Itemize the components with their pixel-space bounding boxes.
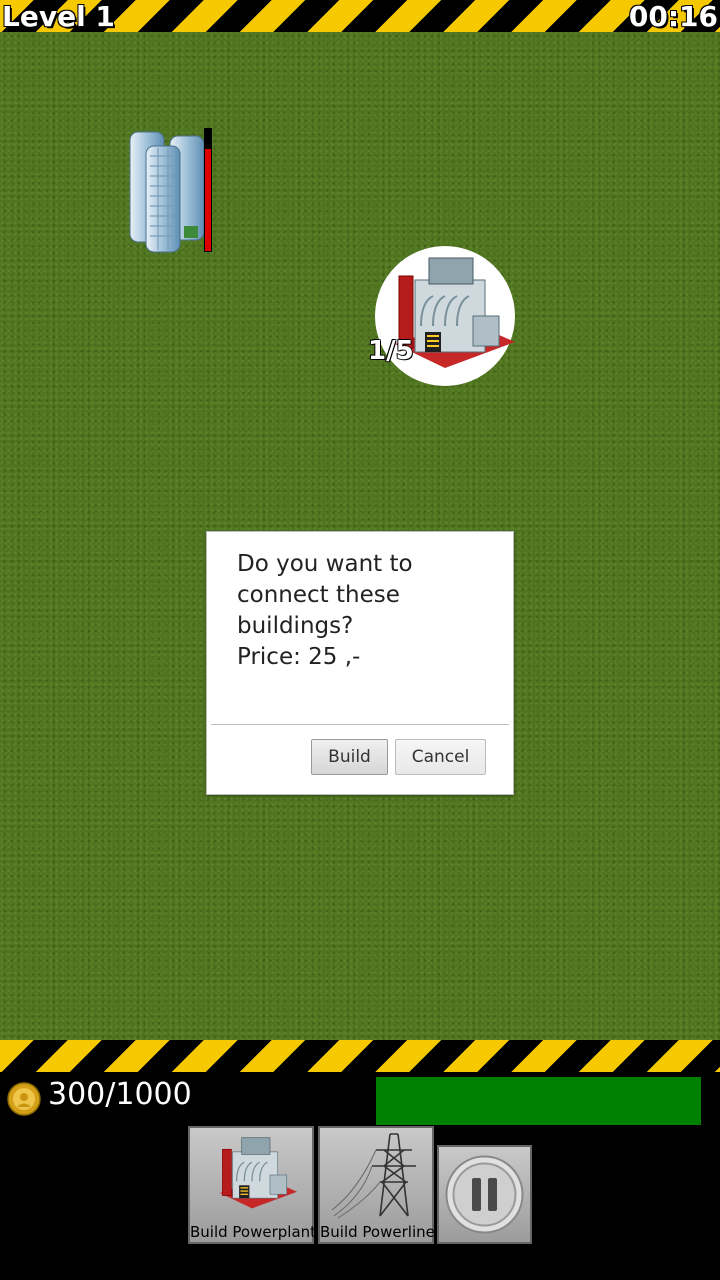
energy-progress-fill: [376, 1077, 701, 1125]
power-pylon-icon: [331, 1133, 416, 1219]
level-label: Level 1: [1, 0, 115, 34]
city-demand-meter: [204, 128, 212, 252]
dialog-message-line: connect these: [237, 582, 400, 608]
dialog-divider: [211, 724, 509, 725]
build-powerline-label: Build Powerline: [320, 1223, 435, 1241]
city-demand-fill: [205, 149, 211, 251]
build-powerline-button[interactable]: Build Powerline: [318, 1126, 435, 1244]
coin-icon: [7, 1082, 41, 1116]
dialog-message-line: buildings?: [237, 613, 354, 639]
build-powerplant-button[interactable]: Build Powerplant: [188, 1126, 317, 1244]
dialog-message: Do you want to connect these buildings? …: [237, 549, 497, 673]
build-button[interactable]: Build: [311, 739, 388, 775]
money-counter: 300/1000: [48, 1077, 192, 1112]
energy-progress-bar: [376, 1077, 701, 1125]
powerplant-connection-count: 1/5: [367, 335, 414, 367]
dialog-message-line: Do you want to: [237, 551, 413, 577]
cancel-button[interactable]: Cancel: [395, 739, 486, 775]
pause-icon: [445, 1155, 524, 1234]
dialog-price-line: Price: 25 ,-: [237, 644, 361, 670]
pause-button[interactable]: [437, 1145, 532, 1244]
bottom-hazard-bar: [0, 1040, 720, 1072]
powerplant-icon: [219, 1137, 297, 1209]
timer: 00:16: [628, 0, 719, 34]
city-building[interactable]: [124, 126, 216, 254]
skyscraper-icon: [129, 131, 205, 253]
connect-dialog: Do you want to connect these buildings? …: [206, 531, 514, 795]
build-powerplant-label: Build Powerplant: [190, 1223, 317, 1241]
